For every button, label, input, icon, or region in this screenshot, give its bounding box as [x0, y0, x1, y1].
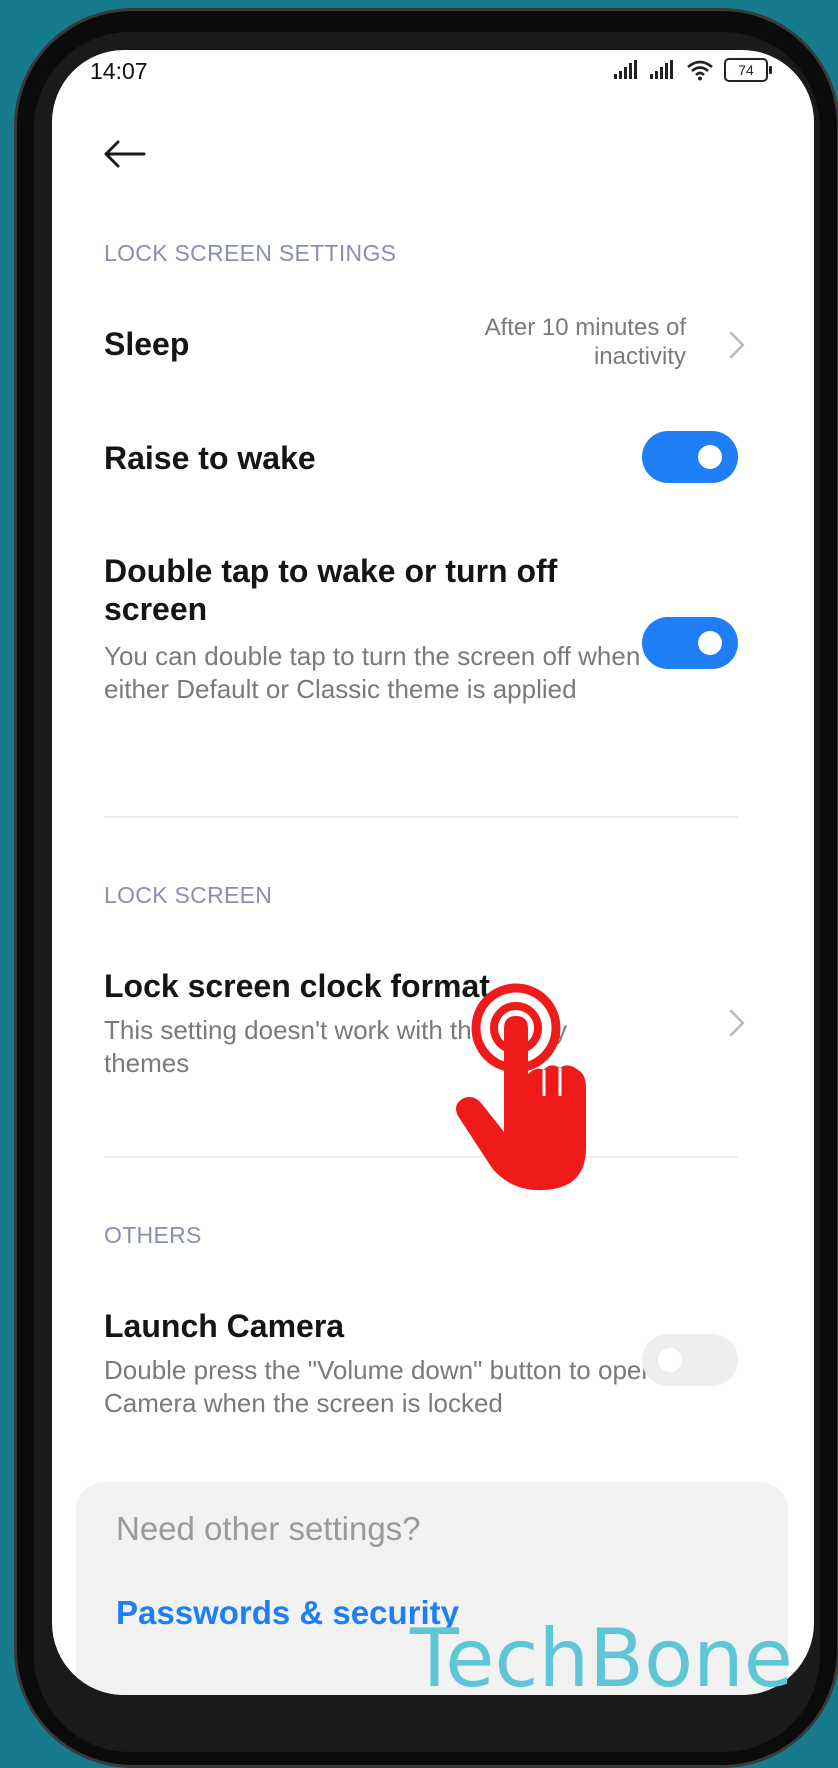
- other-settings-title: Need other settings?: [116, 1510, 421, 1547]
- arrow-left-icon: [104, 140, 146, 168]
- toggle-knob: [698, 445, 722, 469]
- signal-icon: [650, 60, 673, 79]
- divider: [104, 816, 738, 818]
- techbone-watermark: TechBone: [410, 1612, 793, 1705]
- raise-to-wake-toggle[interactable]: [642, 431, 738, 483]
- tap-hand-icon: [456, 983, 586, 1191]
- section-header-lock-screen: LOCK SCREEN: [104, 882, 273, 908]
- passwords-security-link[interactable]: Passwords & security: [116, 1594, 459, 1632]
- status-bar: 14:07 74: [52, 50, 814, 90]
- battery-icon: 74: [724, 58, 772, 82]
- toggle-knob: [658, 1348, 682, 1372]
- wifi-icon: [687, 60, 713, 81]
- back-button[interactable]: [96, 126, 152, 182]
- chevron-right-icon: [729, 331, 745, 359]
- phone-screen: 14:07 74 LOCK SCREEN SETTINGS Sleep Afte…: [52, 50, 814, 1695]
- raise-to-wake-title: Raise to wake: [104, 440, 316, 476]
- signal-icon: [614, 60, 637, 79]
- launch-camera-subtitle: Double press the "Volume down" button to…: [104, 1355, 656, 1418]
- clock-format-title: Lock screen clock format: [104, 968, 490, 1004]
- double-tap-subtitle: You can double tap to turn the screen of…: [104, 641, 641, 704]
- launch-camera-title: Launch Camera: [104, 1308, 345, 1344]
- double-tap-title: Double tap to wake or turn off screen: [104, 553, 558, 627]
- sleep-title: Sleep: [104, 326, 190, 362]
- sleep-value: After 10 minutes of inactivity: [484, 314, 686, 370]
- double-tap-toggle[interactable]: [642, 617, 738, 669]
- divider: [104, 1156, 738, 1158]
- status-time: 14:07: [90, 58, 148, 84]
- launch-camera-toggle[interactable]: [642, 1334, 738, 1386]
- toggle-knob: [698, 631, 722, 655]
- section-header-lock-screen-settings: LOCK SCREEN SETTINGS: [104, 240, 397, 266]
- chevron-right-icon: [729, 1009, 745, 1037]
- section-header-others: OTHERS: [104, 1222, 202, 1248]
- status-icons: 74: [614, 58, 772, 82]
